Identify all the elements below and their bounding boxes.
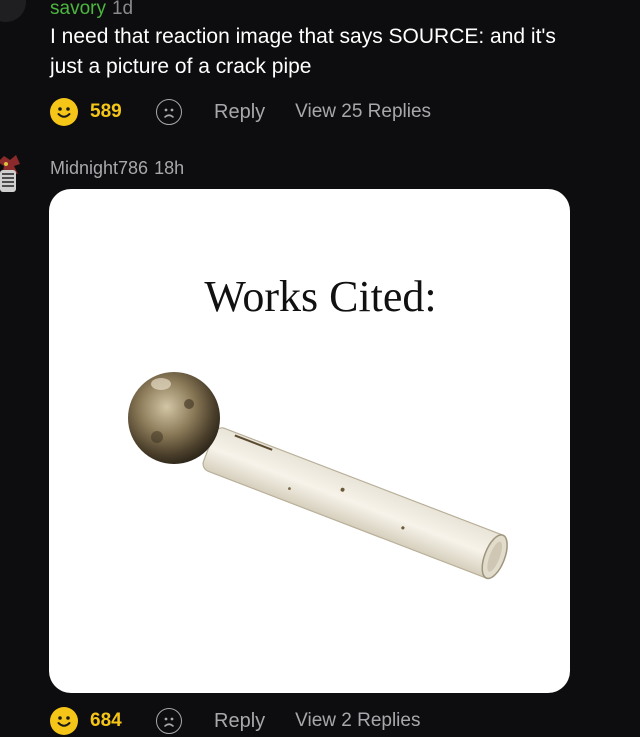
view-replies-button[interactable]: View 25 Replies (295, 101, 431, 123)
reply-button[interactable]: Reply (214, 710, 265, 733)
comment-header: Midnight786 18h (50, 158, 184, 179)
comment-text-line: I need that reaction image that says SOU… (50, 25, 556, 48)
comment-header: savory 1d (50, 0, 133, 20)
comment-actions: 684 Reply View 2 Replies (50, 706, 420, 736)
username-savory[interactable]: savory (50, 0, 106, 19)
smile-icon[interactable] (50, 98, 78, 126)
comment-actions: 589 Reply View 25 Replies (50, 97, 431, 127)
avatar-midnight786[interactable] (0, 152, 24, 198)
like-count: 684 (90, 710, 122, 731)
like-count: 589 (90, 101, 122, 122)
sad-face-icon[interactable] (156, 708, 182, 734)
comment-text: I need that reaction image that says SOU… (50, 22, 638, 82)
image-caption: Works Cited: (204, 272, 437, 321)
comment-text-line: just a picture of a crack pipe (50, 55, 312, 78)
view-replies-button[interactable]: View 2 Replies (295, 710, 420, 732)
comment-timestamp: 18h (154, 158, 185, 178)
reply-button[interactable]: Reply (214, 101, 265, 124)
username-midnight786[interactable]: Midnight786 (50, 158, 148, 178)
smile-icon[interactable] (50, 707, 78, 735)
crack-pipe-image (128, 372, 508, 580)
comment-timestamp: 1d (111, 0, 134, 19)
sad-face-icon[interactable] (156, 99, 182, 125)
comment-image[interactable]: Works Cited: (49, 189, 570, 693)
avatar-savory[interactable] (0, 0, 26, 22)
